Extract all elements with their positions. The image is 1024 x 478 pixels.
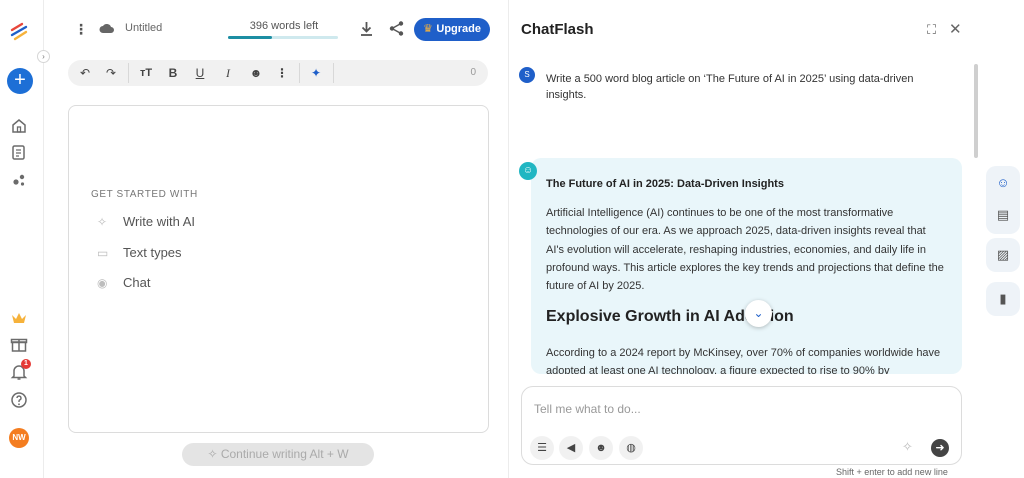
upgrade-label: Upgrade [436, 23, 481, 35]
tool-group-chat: ☺ ▤ [986, 166, 1020, 234]
chat-composer[interactable]: Tell me what to do... ☰ ◀ ☻ ◍ ✧ ➜ [521, 386, 962, 465]
expand-icon[interactable]: ⛶ [927, 22, 936, 38]
home-icon[interactable] [9, 116, 29, 136]
more-formatting-icon[interactable]: ⋮ [275, 66, 289, 80]
get-started-heading: GET STARTED WITH [91, 189, 198, 200]
continue-writing-button[interactable]: ✧ Continue writing Alt + W [182, 443, 374, 466]
left-rail: › + 1 NW [0, 0, 50, 478]
ai-sparkle-icon[interactable]: ✦ [308, 66, 324, 80]
share-icon[interactable] [388, 20, 405, 37]
emoji-icon[interactable]: ☻ [248, 66, 264, 80]
assistant-response-card: The Future of AI in 2025: Data-Driven In… [531, 158, 962, 374]
option-label: Chat [123, 275, 151, 290]
chat-panel: ChatFlash ⛶ ✕ S Write a 500 word blog ar… [508, 0, 978, 478]
chat-bot-icon: ◉ [97, 276, 108, 290]
toolbar-divider [333, 63, 334, 83]
redo-icon[interactable]: ↷ [103, 66, 119, 80]
undo-icon[interactable]: ↶ [77, 66, 93, 80]
words-left-label: 396 words left [249, 20, 319, 32]
formatting-toolbar: ↶ ↷ тT B U I ☻ ⋮ ✦ 0 [68, 60, 488, 86]
settings-sliders-icon[interactable]: ☰ [530, 436, 554, 460]
close-icon[interactable]: ✕ [949, 20, 962, 38]
words-progress-bar [228, 36, 338, 39]
text-tool-icon[interactable]: ▤ [986, 200, 1020, 234]
continue-writing-label: Continue writing Alt + W [220, 447, 349, 461]
bold-icon[interactable]: B [166, 66, 180, 80]
toolbar-divider [128, 63, 129, 83]
chat-option[interactable]: ◉ Chat [97, 275, 150, 293]
apps-icon[interactable] [9, 170, 29, 190]
user-message-avatar: S [519, 67, 535, 83]
chat-scrollbar[interactable] [974, 64, 978, 158]
toolbar-divider [299, 63, 300, 83]
editor-canvas[interactable]: GET STARTED WITH ✧ Write with AI ▭ Text ty… [68, 105, 489, 433]
more-options-icon[interactable]: ⋮ [74, 21, 88, 38]
magic-sparkle-icon[interactable]: ✧ [902, 439, 913, 455]
option-label: Text types [123, 245, 182, 260]
cloud-icon [99, 23, 114, 33]
response-paragraph: Artificial Intelligence (AI) continues t… [546, 207, 944, 293]
help-icon[interactable] [9, 390, 29, 410]
underline-icon[interactable]: U [193, 66, 207, 80]
assistant-avatar-icon: ☺ [519, 162, 537, 180]
chat-options-icon[interactable]: ◍ [619, 436, 643, 460]
megaphone-icon[interactable]: ◀ [559, 436, 583, 460]
document-title[interactable]: Untitled [125, 22, 162, 34]
text-types-icon: ▭ [97, 246, 109, 260]
write-with-ai-option[interactable]: ✧ Write with AI [97, 214, 195, 232]
documents-icon[interactable] [9, 142, 29, 162]
app-logo-icon[interactable] [9, 22, 29, 42]
analytics-tool-icon[interactable]: ▮ [986, 282, 1020, 316]
new-document-button[interactable]: + [7, 68, 33, 94]
user-message: Write a 500 word blog article on ‘The Fu… [546, 73, 914, 101]
send-button[interactable]: ➜ [931, 439, 949, 457]
crown-icon[interactable] [9, 308, 29, 328]
sparkle-icon: ✧ [207, 447, 221, 461]
input-hint: Shift + enter to add new line [836, 467, 948, 477]
response-title: The Future of AI in 2025: Data-Driven In… [546, 178, 784, 190]
toolbar-counter: 0 [470, 67, 476, 78]
upgrade-button[interactable]: ♛ Upgrade [414, 18, 490, 41]
collapse-sidebar-icon[interactable]: › [37, 50, 50, 63]
scroll-down-button[interactable]: ⌄ [745, 300, 772, 327]
chatbot-tool-icon[interactable]: ☺ [986, 166, 1020, 200]
notification-badge: 1 [21, 359, 31, 369]
italic-icon[interactable]: I [221, 66, 235, 80]
image-tool-icon[interactable]: ▨ [986, 238, 1020, 272]
sparkle-icon: ✧ [97, 215, 108, 229]
gift-icon[interactable] [9, 334, 29, 354]
persona-icon[interactable]: ☻ [589, 436, 613, 460]
option-label: Write with AI [123, 214, 196, 229]
user-avatar[interactable]: NW [9, 428, 29, 448]
chat-input[interactable]: Tell me what to do... [534, 402, 641, 416]
response-paragraph: According to a 2024 report by McKinsey, … [546, 347, 941, 374]
text-types-option[interactable]: ▭ Text types [97, 245, 182, 263]
download-icon[interactable] [359, 21, 374, 37]
chat-title: ChatFlash [521, 21, 594, 38]
text-size-icon[interactable]: тT [138, 66, 154, 80]
words-progress-fill [228, 36, 272, 39]
crown-icon: ♛ [423, 23, 433, 35]
